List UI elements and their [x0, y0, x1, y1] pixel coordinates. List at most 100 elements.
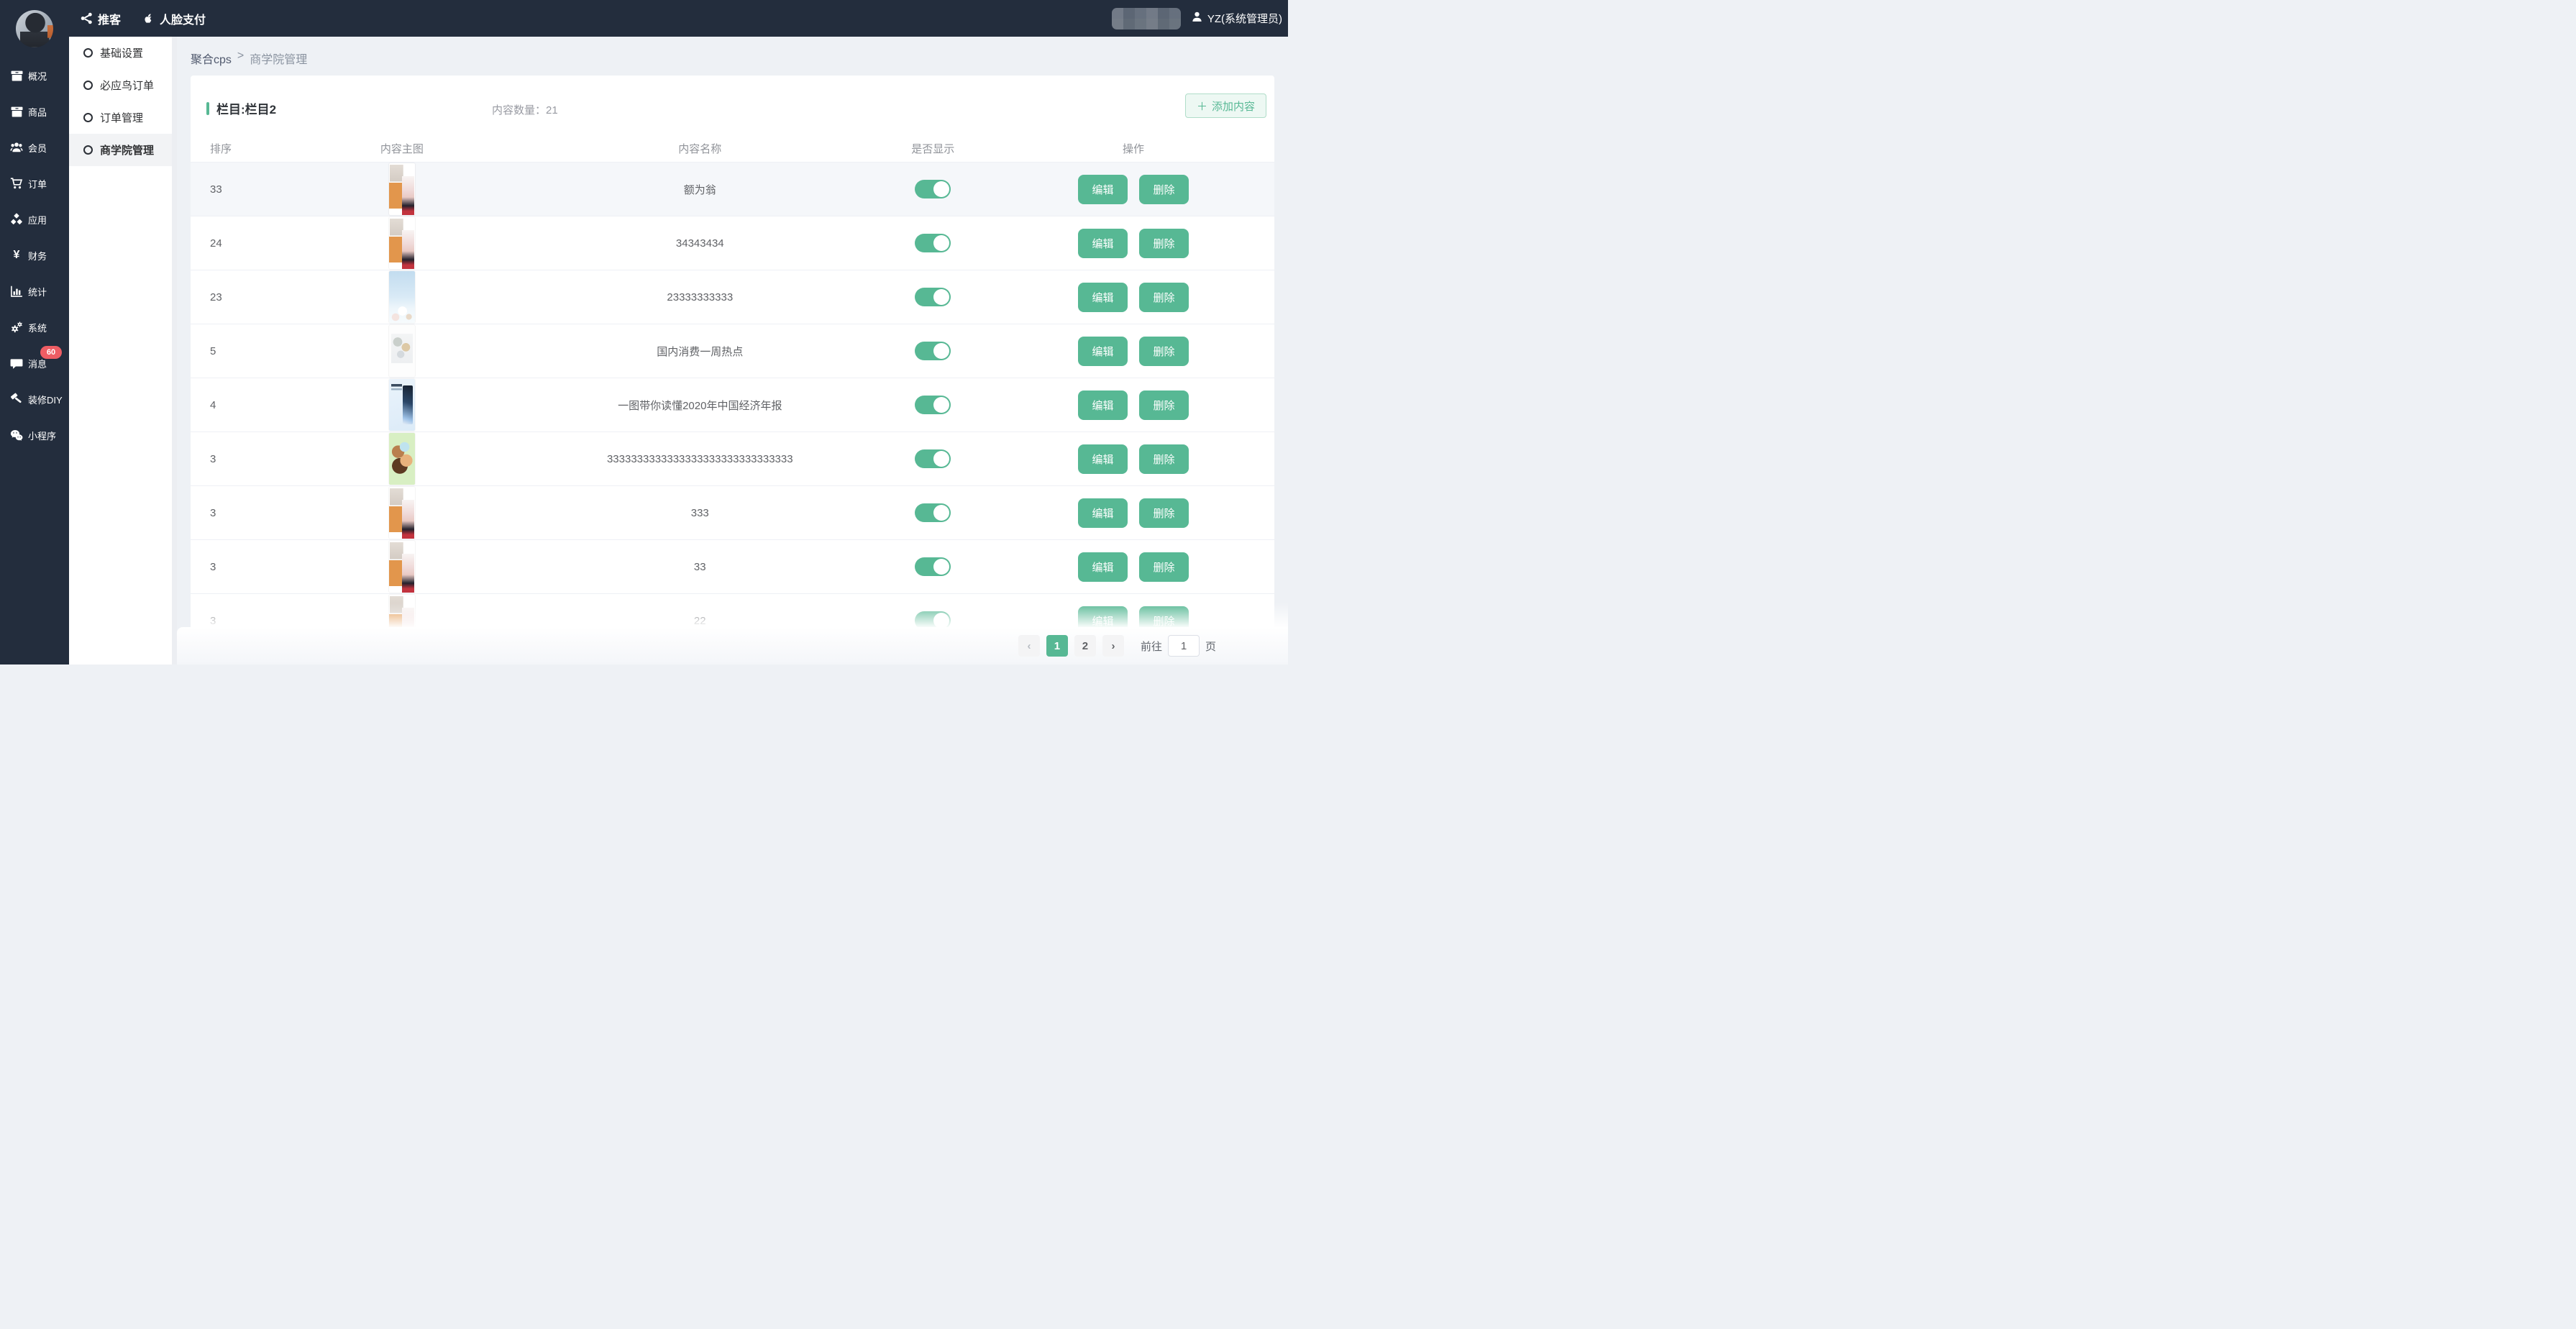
- submenu-item-label: 商学院管理: [100, 142, 154, 157]
- table-row: 33 额为翁 编辑 删除: [191, 163, 1274, 216]
- cubes-icon: [10, 213, 23, 226]
- submenu-item-label: 基础设置: [100, 45, 143, 60]
- edit-button[interactable]: 编辑: [1078, 444, 1128, 474]
- submenu-item-bird-orders[interactable]: 必应鸟订单: [69, 69, 177, 101]
- topbar-item-face-pay[interactable]: 人脸支付: [142, 10, 206, 27]
- visibility-toggle[interactable]: [915, 234, 951, 252]
- wechat-icon: [10, 429, 23, 442]
- delete-button[interactable]: 删除: [1139, 444, 1189, 474]
- topbar-item-tuike[interactable]: 推客: [81, 10, 121, 27]
- visibility-toggle[interactable]: [915, 180, 951, 198]
- sidebar-item-label: 小程序: [28, 429, 56, 442]
- edit-button[interactable]: 编辑: [1078, 337, 1128, 366]
- toggle-knob: [933, 235, 949, 251]
- add-content-button[interactable]: ＋ 添加内容: [1185, 93, 1266, 118]
- delete-button[interactable]: 删除: [1139, 498, 1189, 528]
- submenu-item-order-management[interactable]: 订单管理: [69, 101, 177, 134]
- edit-button[interactable]: 编辑: [1078, 391, 1128, 420]
- sidebar-item-products[interactable]: 商品: [0, 93, 69, 129]
- panel-title-text: 栏目:栏目2: [216, 99, 276, 117]
- sidebar-item-apps[interactable]: 应用: [0, 201, 69, 237]
- edit-button[interactable]: 编辑: [1078, 175, 1128, 204]
- delete-button[interactable]: 删除: [1139, 552, 1189, 582]
- title-accent-bar: [206, 102, 209, 115]
- row-sort-value: 33: [191, 183, 278, 196]
- yen-icon: ¥: [10, 249, 23, 262]
- message-count-badge: 60: [40, 346, 62, 359]
- column-header-sort: 排序: [191, 141, 278, 156]
- visibility-toggle[interactable]: [915, 396, 951, 414]
- edit-button[interactable]: 编辑: [1078, 283, 1128, 312]
- content-count-label: 内容数量：: [492, 104, 546, 117]
- row-sort-value: 4: [191, 399, 278, 411]
- sidebar-item-finance[interactable]: ¥ 财务: [0, 237, 69, 273]
- content-thumbnail: [389, 163, 415, 215]
- topbar-item-label: 推客: [98, 10, 121, 27]
- topbar-menu: 推客 人脸支付: [81, 10, 206, 27]
- toggle-knob: [933, 397, 949, 413]
- delete-button[interactable]: 删除: [1139, 229, 1189, 258]
- content-thumbnail: [389, 271, 415, 323]
- visibility-toggle[interactable]: [915, 557, 951, 576]
- users-icon: [10, 141, 23, 154]
- sub-sidebar: 基础设置 必应鸟订单 订单管理 商学院管理: [69, 37, 177, 664]
- edit-button[interactable]: 编辑: [1078, 498, 1128, 528]
- row-content-name: 33: [526, 561, 873, 573]
- toggle-knob: [933, 289, 949, 305]
- delete-button[interactable]: 删除: [1139, 337, 1189, 366]
- gavel-icon: [10, 393, 23, 406]
- delete-button[interactable]: 删除: [1139, 283, 1189, 312]
- submenu-item-basic-settings[interactable]: 基础设置: [69, 37, 177, 69]
- redacted-text-block: [1112, 8, 1181, 29]
- sidebar-item-diy[interactable]: 装修DIY: [0, 381, 69, 417]
- visibility-toggle[interactable]: [915, 342, 951, 360]
- next-page-button[interactable]: ›: [1102, 635, 1124, 657]
- apple-icon: [142, 12, 155, 24]
- table-header: 排序 内容主图 内容名称 是否显示 操作: [191, 135, 1274, 163]
- comment-icon: [10, 357, 23, 370]
- delete-button[interactable]: 删除: [1139, 391, 1189, 420]
- table-row: 24 34343434 编辑 删除: [191, 216, 1274, 270]
- visibility-toggle[interactable]: [915, 503, 951, 522]
- sidebar-item-system[interactable]: 系统: [0, 309, 69, 345]
- row-content-name: 国内消费一周热点: [526, 344, 873, 359]
- content-panel: 栏目:栏目2 内容数量：21 ＋ 添加内容 排序 内容主图 内容名称 是否显示 …: [191, 76, 1274, 664]
- sidebar-item-members[interactable]: 会员: [0, 129, 69, 165]
- toggle-knob: [933, 181, 949, 197]
- user-menu[interactable]: YZ(系统管理员): [1191, 11, 1282, 26]
- sidebar-item-overview[interactable]: 概况: [0, 58, 69, 93]
- main-content: 聚合cps > 商学院管理 栏目:栏目2 内容数量：21 ＋ 添加内容 排序 内…: [177, 37, 1288, 664]
- table-row: 3 33 编辑 删除: [191, 540, 1274, 594]
- pagination-bar: ‹ 1 2 › 前往 页: [177, 627, 1288, 664]
- page-button-1[interactable]: 1: [1046, 635, 1068, 657]
- submenu-item-business-school[interactable]: 商学院管理: [69, 134, 177, 166]
- delete-button[interactable]: 删除: [1139, 175, 1189, 204]
- prev-page-button[interactable]: ‹: [1018, 635, 1040, 657]
- page-unit-label: 页: [1205, 639, 1216, 654]
- circle-icon: [83, 145, 93, 155]
- avatar[interactable]: [16, 10, 53, 47]
- plus-icon: ＋: [1197, 99, 1207, 114]
- cart-icon: [10, 177, 23, 190]
- visibility-toggle[interactable]: [915, 288, 951, 306]
- row-sort-value: 3: [191, 507, 278, 519]
- sidebar-item-messages[interactable]: 消息 60: [0, 345, 69, 381]
- breadcrumb-item[interactable]: 聚合cps: [191, 50, 232, 67]
- share-icon: [81, 12, 93, 24]
- sidebar-item-label: 财务: [28, 249, 47, 262]
- sidebar-item-label: 商品: [28, 105, 47, 119]
- goto-page-input[interactable]: [1168, 635, 1200, 657]
- sidebar-item-label: 订单: [28, 177, 47, 191]
- page-button-2[interactable]: 2: [1074, 635, 1096, 657]
- edit-button[interactable]: 编辑: [1078, 552, 1128, 582]
- content-count: 内容数量：21: [492, 102, 558, 117]
- circle-icon: [83, 113, 93, 122]
- visibility-toggle[interactable]: [915, 449, 951, 468]
- sidebar-item-orders[interactable]: 订单: [0, 165, 69, 201]
- top-bar: 推客 人脸支付 YZ(系统管理员): [0, 0, 1288, 37]
- circle-icon: [83, 48, 93, 58]
- sidebar-item-statistics[interactable]: 统计: [0, 273, 69, 309]
- gears-icon: [10, 321, 23, 334]
- edit-button[interactable]: 编辑: [1078, 229, 1128, 258]
- sidebar-item-miniprogram[interactable]: 小程序: [0, 417, 69, 453]
